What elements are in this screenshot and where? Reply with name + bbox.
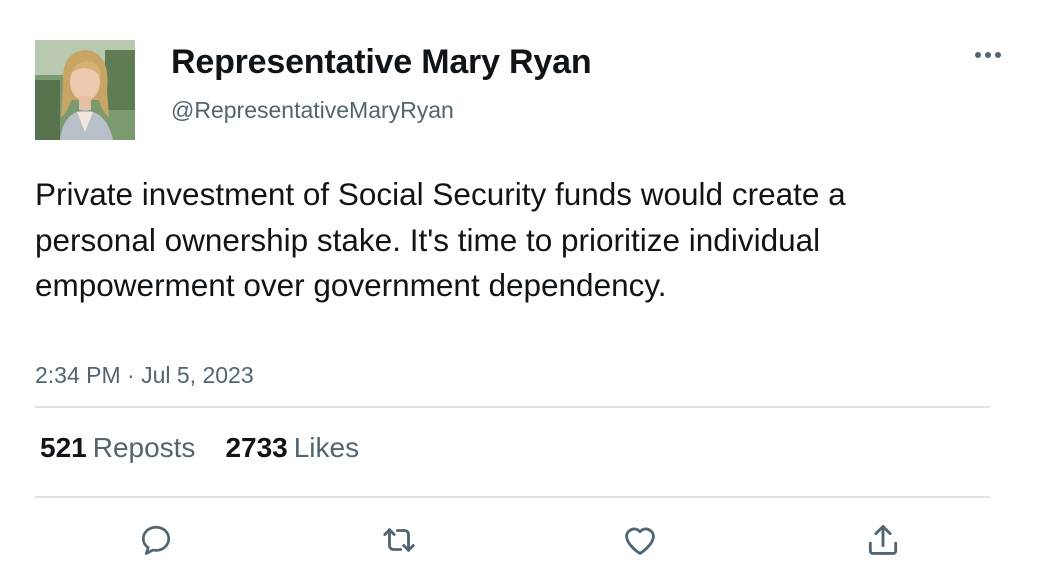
more-horizontal-icon xyxy=(975,52,1001,58)
engagement-stats: 521 Reposts 2733 Likes xyxy=(40,432,389,464)
repost-icon xyxy=(383,528,415,552)
reply-icon xyxy=(141,525,171,555)
repost-button[interactable] xyxy=(377,518,421,562)
author-handle[interactable]: @RepresentativeMaryRyan xyxy=(171,97,454,124)
likes-count: 2733 xyxy=(225,432,288,463)
likes-label: Likes xyxy=(293,432,360,463)
reposts-stat[interactable]: 521 Reposts xyxy=(40,432,195,464)
share-button[interactable] xyxy=(861,518,905,562)
tweet-timestamp[interactable]: 2:34 PM · Jul 5, 2023 xyxy=(35,362,254,389)
reposts-count: 521 xyxy=(40,432,87,463)
heart-icon xyxy=(625,527,655,555)
share-icon xyxy=(868,525,898,555)
divider-top xyxy=(35,406,990,408)
avatar[interactable] xyxy=(35,40,135,140)
divider-bottom xyxy=(35,496,990,498)
more-options-button[interactable] xyxy=(968,40,1008,70)
author-display-name[interactable]: Representative Mary Ryan xyxy=(171,43,592,82)
like-button[interactable] xyxy=(618,518,662,562)
reposts-label: Reposts xyxy=(92,432,196,463)
reply-button[interactable] xyxy=(134,518,178,562)
tweet-text: Private investment of Social Security fu… xyxy=(35,176,846,303)
likes-stat[interactable]: 2733 Likes xyxy=(225,432,359,464)
